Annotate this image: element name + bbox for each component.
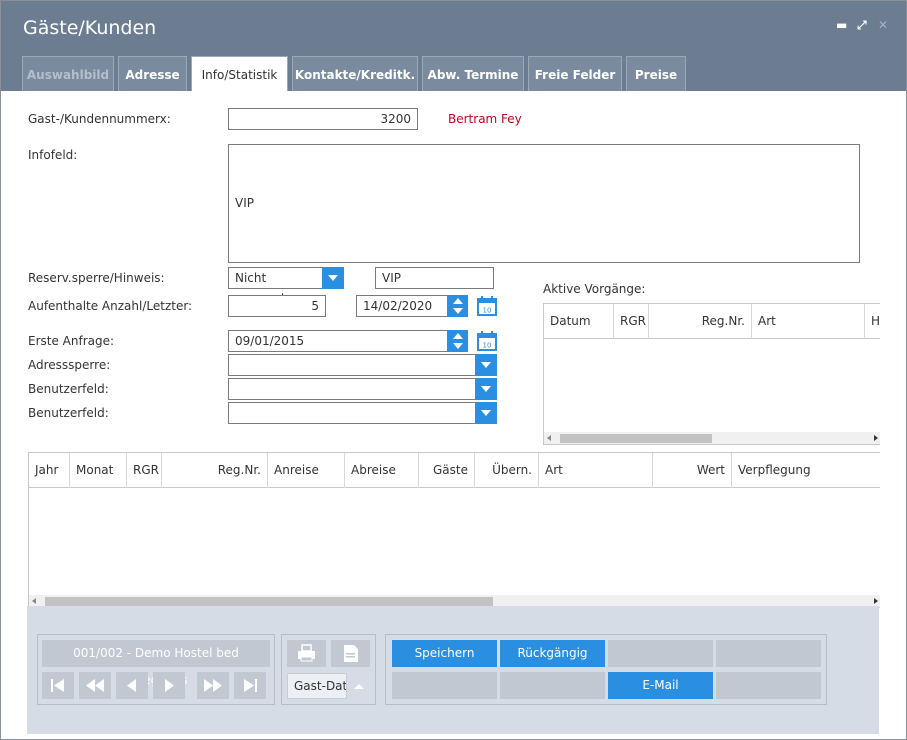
infofeld-label: Infofeld:: [28, 148, 78, 162]
active-ops-header: Datum RGR Reg.Nr. Art Ha: [544, 304, 880, 339]
next-record-icon[interactable]: [153, 672, 185, 699]
active-ops-scrollbar[interactable]: [544, 432, 880, 444]
window-title: Gäste/Kunden: [23, 17, 157, 39]
close-icon[interactable]: ✕: [878, 18, 888, 32]
save-button[interactable]: Speichern: [392, 640, 497, 667]
document-icon[interactable]: [331, 640, 370, 667]
window-header: Gäste/Kunden ▬ ⤢ ✕ Auswahlbild Adresse I…: [1, 1, 906, 91]
infofeld-textarea[interactable]: VIP: [228, 144, 860, 263]
record-nav-group: 001/002 - Demo Hostel bed categories: [37, 634, 275, 705]
tab-auswahlbild[interactable]: Auswahlbild: [22, 56, 114, 91]
tab-info-statistik[interactable]: Info/Statistik: [191, 56, 288, 91]
calendar-icon[interactable]: 10: [476, 295, 498, 317]
userfield1-dropdown-icon[interactable]: [475, 378, 497, 400]
guest-name: Bertram Fey: [448, 112, 522, 126]
first-request-label: Erste Anfrage:: [28, 334, 115, 348]
guest-number-label: Gast-/Kundennummerx:: [28, 112, 171, 126]
stays-date-spinner[interactable]: [448, 295, 468, 317]
footer-toolbar: 001/002 - Demo Hostel bed categories Gas…: [27, 606, 879, 734]
guest-number-field[interactable]: 3200: [228, 108, 418, 130]
address-lock-select[interactable]: [228, 354, 476, 376]
active-ops-label: Aktive Vorgänge:: [543, 282, 646, 296]
email-button[interactable]: E-Mail: [608, 672, 713, 699]
first-record-icon[interactable]: [42, 672, 74, 699]
col-art[interactable]: Art: [539, 453, 653, 488]
fast-forward-icon[interactable]: [197, 672, 229, 699]
prev-record-icon[interactable]: [116, 672, 148, 699]
tab-kontakte[interactable]: Kontakte/Kreditk.: [292, 56, 418, 91]
empty-button: [716, 672, 821, 699]
print-group: Gast-Date: [281, 634, 376, 705]
svg-text:10: 10: [483, 307, 492, 315]
col-anreise[interactable]: Anreise: [268, 453, 345, 488]
userfield2-select[interactable]: [228, 402, 476, 424]
empty-button: [392, 672, 497, 699]
empty-button: [500, 672, 605, 699]
reserv-select[interactable]: Nicht gesperrt: [228, 267, 324, 305]
col-ha[interactable]: Ha: [865, 304, 880, 339]
sort-up-icon[interactable]: [354, 684, 364, 689]
scroll-left-icon[interactable]: [547, 435, 551, 441]
scroll-thumb[interactable]: [560, 434, 712, 443]
record-label: 001/002 - Demo Hostel bed categories: [42, 640, 270, 687]
fast-back-icon[interactable]: [79, 672, 111, 699]
stats-grid: Jahr Monat RGR Reg.Nr. Anreise Abreise G…: [28, 452, 880, 608]
maximize-icon[interactable]: ⤢: [857, 18, 867, 33]
userfield2-dropdown-icon[interactable]: [475, 402, 497, 424]
first-request-date[interactable]: 09/01/2015: [228, 330, 448, 352]
scroll-right-icon[interactable]: [874, 598, 878, 604]
col-regnr[interactable]: Reg.Nr.: [162, 453, 268, 488]
guests-window: Gäste/Kunden ▬ ⤢ ✕ Auswahlbild Adresse I…: [0, 0, 907, 740]
address-lock-dropdown-icon[interactable]: [475, 354, 497, 376]
col-rgr[interactable]: RGR: [614, 304, 649, 339]
scroll-left-icon[interactable]: [32, 598, 36, 604]
userfield1-label: Benutzerfeld:: [28, 382, 109, 396]
col-monat[interactable]: Monat: [70, 453, 127, 488]
col-uebern[interactable]: Übern.: [475, 453, 539, 488]
stays-last-date[interactable]: 14/02/2020: [356, 295, 448, 317]
empty-button: [608, 640, 713, 667]
reserv-dropdown-icon[interactable]: [322, 267, 344, 289]
stays-count-field[interactable]: 5: [228, 295, 326, 317]
svg-text:10: 10: [483, 342, 492, 350]
stats-header: Jahr Monat RGR Reg.Nr. Anreise Abreise G…: [29, 453, 880, 488]
col-datum[interactable]: Datum: [544, 304, 614, 339]
tab-freie-felder[interactable]: Freie Felder: [528, 56, 622, 91]
action-group: Speichern Rückgängig E-Mail: [385, 634, 827, 705]
scroll-thumb[interactable]: [45, 597, 493, 606]
minimize-icon[interactable]: ▬: [836, 18, 847, 32]
col-regnr[interactable]: Reg.Nr.: [649, 304, 752, 339]
col-art[interactable]: Art: [752, 304, 865, 339]
tab-abw-termine[interactable]: Abw. Termine: [422, 56, 524, 91]
sort-select[interactable]: Gast-Date: [287, 673, 347, 699]
reserv-hint-field[interactable]: VIP: [375, 267, 494, 289]
col-wert[interactable]: Wert: [653, 453, 732, 488]
address-lock-label: Adresssperre:: [28, 358, 111, 372]
reserv-label: Reserv.sperre/Hinweis:: [28, 271, 165, 285]
undo-button[interactable]: Rückgängig: [500, 640, 605, 667]
tab-adresse[interactable]: Adresse: [118, 56, 187, 91]
col-gaeste[interactable]: Gäste: [419, 453, 475, 488]
print-icon[interactable]: [287, 640, 326, 667]
calendar-icon[interactable]: 10: [476, 330, 498, 352]
userfield2-label: Benutzerfeld:: [28, 406, 109, 420]
first-request-spinner[interactable]: [448, 330, 468, 352]
userfield1-select[interactable]: [228, 378, 476, 400]
tab-preise[interactable]: Preise: [626, 56, 686, 91]
col-verpflegung[interactable]: Verpflegung: [732, 453, 880, 488]
col-jahr[interactable]: Jahr: [29, 453, 70, 488]
col-rgr[interactable]: RGR: [127, 453, 162, 488]
empty-button: [716, 640, 821, 667]
stays-label: Aufenthalte Anzahl/Letzter:: [28, 299, 193, 313]
scroll-right-icon[interactable]: [874, 435, 878, 441]
col-abreise[interactable]: Abreise: [345, 453, 419, 488]
last-record-icon[interactable]: [234, 672, 266, 699]
active-ops-grid: Datum RGR Reg.Nr. Art Ha: [543, 303, 880, 445]
